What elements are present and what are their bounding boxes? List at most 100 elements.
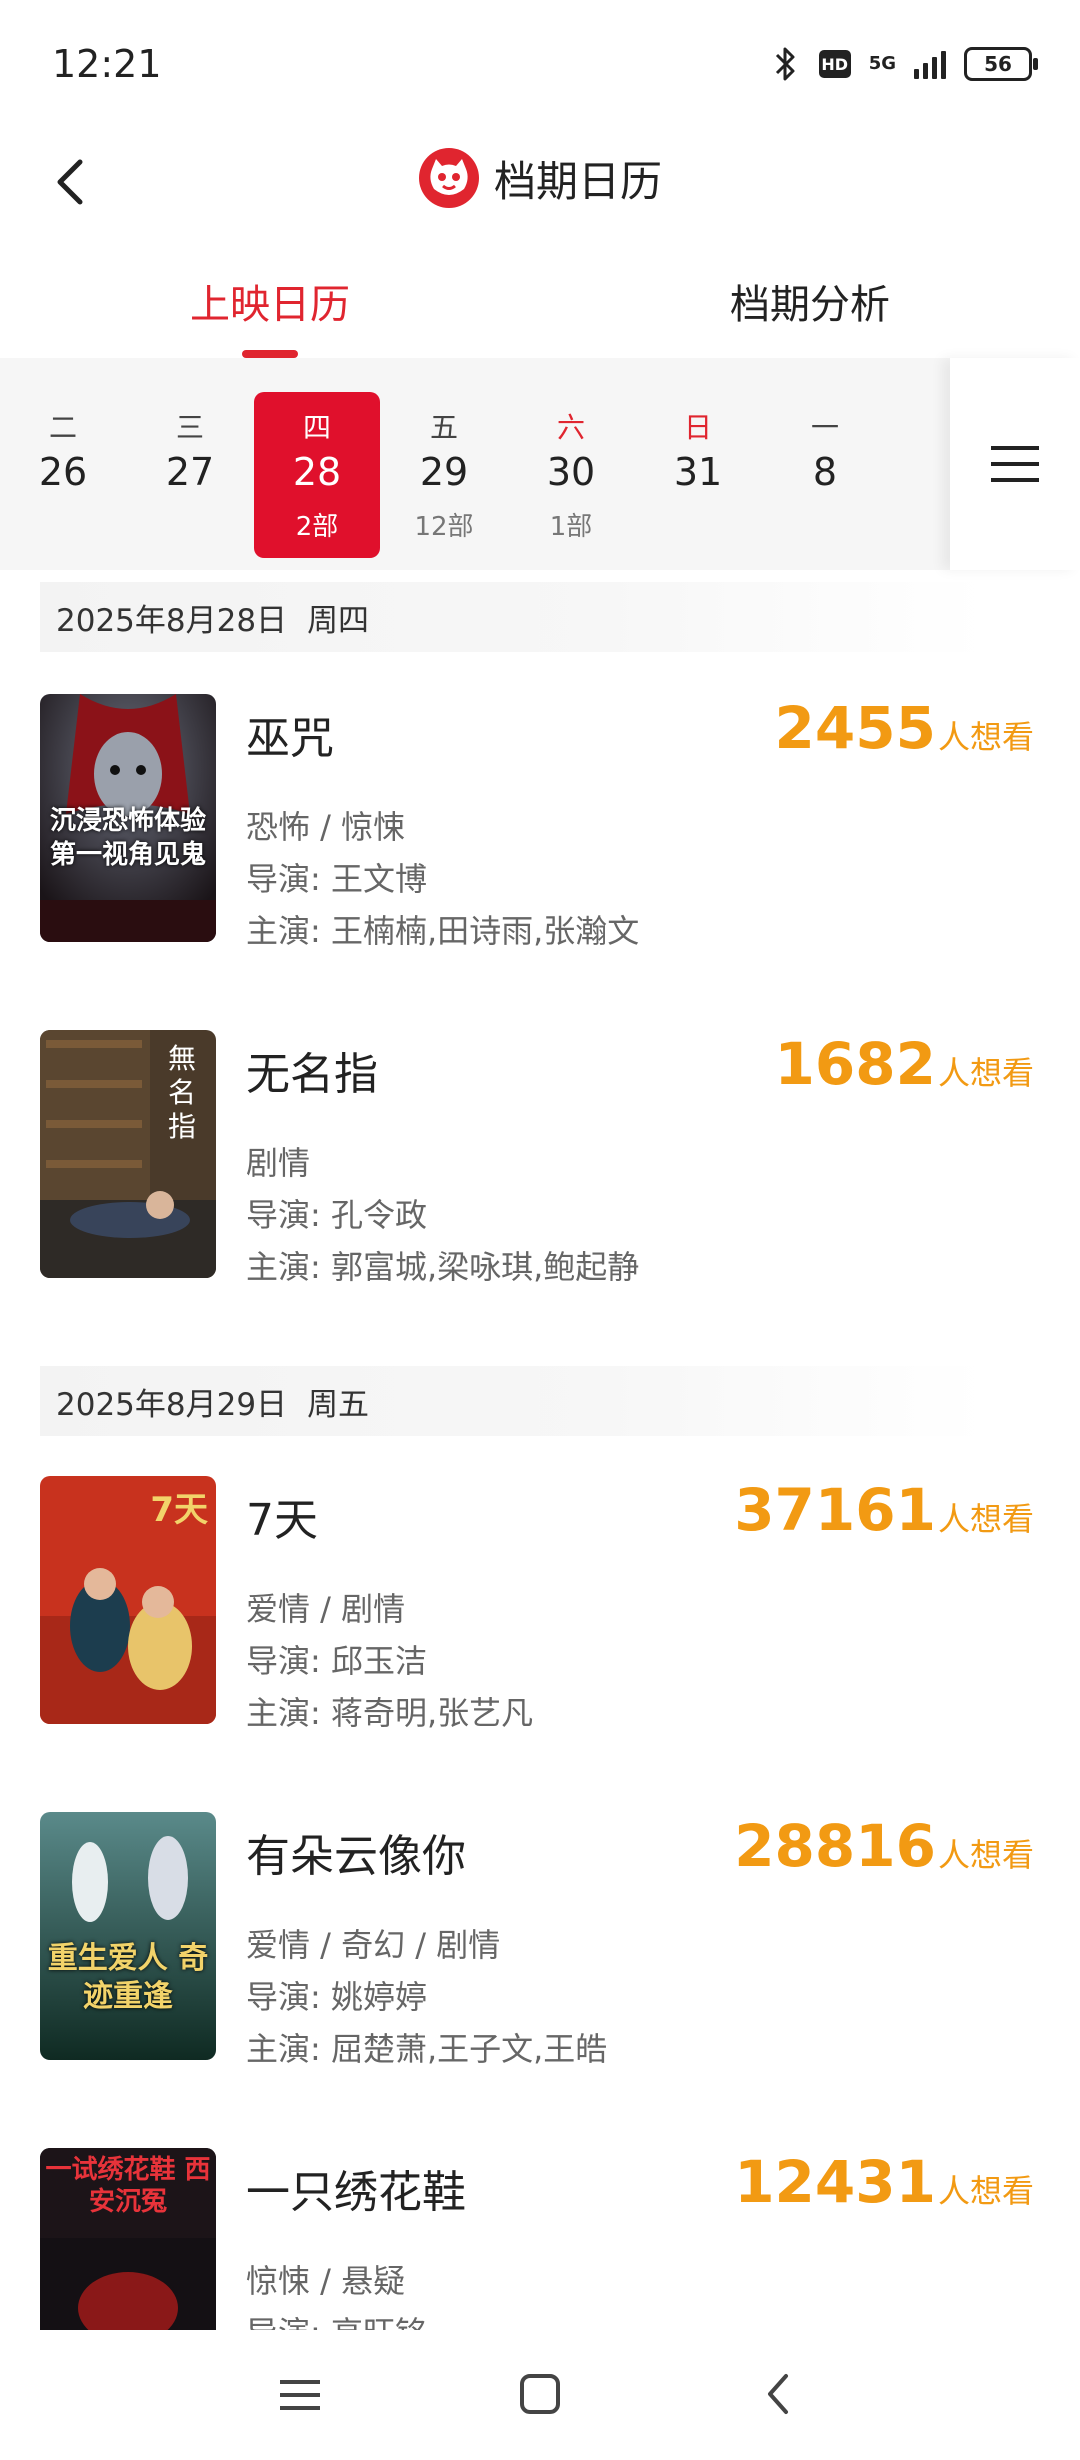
section-weekday: 周五 (307, 1386, 370, 1423)
want-label: 人想看 (937, 1836, 1034, 1874)
want-to-see: 12431 人想看 (734, 2148, 1034, 2216)
movie-genre: 爱情 / 剧情 (246, 1590, 406, 1628)
section-header-aug28: 2025年8月28日 周四 (40, 582, 986, 652)
movie-director: 导演: 孔令政 (246, 1196, 427, 1234)
movie-director: 导演: 高旺铭 (246, 2308, 427, 2330)
date-item-8[interactable]: 一 8 (762, 392, 888, 558)
movie-director: 导演: 王文博 (246, 860, 427, 898)
date-day: 29 (419, 450, 469, 494)
date-item-28-selected[interactable]: 四 28 2部 (254, 392, 380, 558)
active-tab-indicator (242, 350, 298, 358)
date-item-31[interactable]: 日 31 (635, 392, 761, 558)
nav-back-button[interactable] (740, 2360, 820, 2430)
date-count: 2部 (295, 512, 339, 542)
date-day: 28 (292, 450, 342, 494)
poster-text: 無名指 (167, 1042, 196, 1143)
date-count (0, 506, 126, 536)
want-count: 1682 (774, 1030, 936, 1098)
date-item-27[interactable]: 三 27 (127, 392, 253, 558)
date-item-30[interactable]: 六 30 1部 (508, 392, 634, 558)
nav-home-button[interactable] (500, 2360, 580, 2430)
date-weekday: 日 (683, 411, 712, 444)
movie-title: 无名指 (246, 1049, 378, 1100)
date-weekday: 三 (175, 411, 204, 444)
date-weekday: 六 (556, 411, 585, 444)
date-count (127, 506, 253, 536)
battery-icon: 56 (964, 47, 1038, 81)
movie-item[interactable]: 7天 7天 37161 人想看 爱情 / 剧情 导演: 邱玉洁 主演: 蒋奇明,… (0, 1476, 1080, 1736)
date-day: 31 (673, 450, 723, 494)
want-count: 28816 (734, 1812, 936, 1880)
want-count: 12431 (734, 2148, 936, 2216)
want-label: 人想看 (937, 2172, 1034, 2210)
movie-genre: 恐怖 / 惊悚 (246, 808, 406, 846)
page-title: 档期日历 (493, 156, 662, 206)
movie-poster: 7天 (40, 1476, 216, 1724)
date-item-26[interactable]: 二 26 (0, 392, 126, 558)
want-count: 2455 (774, 694, 936, 762)
movie-item[interactable]: 無名指 无名指 1682 人想看 剧情 导演: 孔令政 主演: 郭富城,梁咏琪,… (0, 1030, 1080, 1290)
movie-genre: 惊悚 / 悬疑 (246, 2262, 406, 2300)
date-day: 30 (546, 450, 596, 494)
movie-item[interactable]: 重生爱人 奇迹重逢 有朵云像你 28816 人想看 爱情 / 奇幻 / 剧情 导… (0, 1812, 1080, 2072)
want-label: 人想看 (937, 1054, 1034, 1092)
movie-cast: 主演: 王楠楠,田诗雨,张瀚文 (246, 912, 640, 950)
want-to-see: 2455 人想看 (775, 694, 1034, 762)
want-count: 37161 (734, 1476, 936, 1544)
movie-director: 导演: 邱玉洁 (246, 1642, 427, 1680)
want-to-see: 28816 人想看 (734, 1812, 1034, 1880)
home-square-icon (520, 2374, 560, 2414)
poster-text: 7天 (150, 1490, 208, 1530)
movie-poster: 沉浸恐怖体验 第一视角见鬼 (40, 694, 216, 942)
movie-cast: 主演: 郭富城,梁咏琪,鲍起静 (246, 1248, 640, 1286)
network-5g-icon: 5G (868, 53, 896, 74)
date-weekday: 五 (429, 411, 458, 444)
date-day: 27 (165, 450, 215, 494)
nav-menu-button[interactable] (260, 2360, 340, 2430)
tab-bar: 上映日历 档期分析 (0, 250, 1080, 358)
tab-release-calendar[interactable]: 上映日历 (190, 272, 350, 330)
movie-poster: 重生爱人 奇迹重逢 (40, 1812, 216, 2060)
section-date: 2025年8月28日 (56, 602, 288, 639)
cat-eye-logo-icon (418, 148, 479, 208)
date-day: 8 (812, 450, 838, 494)
hd-icon: HD (818, 50, 851, 78)
bluetooth-icon (775, 47, 795, 81)
poster-text: 沉浸恐怖体验 第一视角见鬼 (49, 806, 206, 870)
movie-title: 一只绣花鞋 (246, 2167, 466, 2218)
movie-title: 巫咒 (246, 713, 334, 764)
movie-genre: 剧情 (246, 1144, 311, 1182)
hamburger-icon (991, 446, 1039, 482)
poster-text: 一试绣花鞋 西安沉冤 (45, 2155, 211, 2217)
want-to-see: 37161 人想看 (734, 1476, 1034, 1544)
signal-icon (914, 49, 946, 79)
calendar-menu-button[interactable] (950, 358, 1080, 570)
movie-poster: 一试绣花鞋 西安沉冤 (40, 2148, 216, 2330)
want-label: 人想看 (937, 718, 1034, 756)
date-weekday: 二 (48, 411, 77, 444)
movie-director: 导演: 姚婷婷 (246, 1978, 427, 2016)
status-time: 12:21 (52, 42, 162, 86)
date-count (635, 506, 761, 536)
movie-title: 有朵云像你 (246, 1831, 466, 1882)
movie-item[interactable]: 沉浸恐怖体验 第一视角见鬼 巫咒 2455 人想看 恐怖 / 惊悚 导演: 王文… (0, 694, 1080, 954)
date-item-29[interactable]: 五 29 12部 (381, 392, 507, 558)
want-label: 人想看 (937, 1500, 1034, 1538)
poster-text: 重生爱人 奇迹重逢 (47, 1941, 209, 2014)
want-to-see: 1682 人想看 (775, 1030, 1034, 1098)
date-count (762, 506, 888, 536)
movie-cast: 主演: 屈楚萧,王子文,王皓 (246, 2030, 608, 2068)
section-date: 2025年8月29日 (56, 1386, 288, 1423)
movie-item[interactable]: 一试绣花鞋 西安沉冤 一只绣花鞋 12431 人想看 惊悚 / 悬疑 导演: 高… (0, 2148, 1080, 2330)
status-bar: 12:21 HD 5G 56 (0, 0, 1080, 130)
movie-title: 7天 (246, 1495, 318, 1546)
date-count: 12部 (414, 512, 474, 542)
app-bar: 档期日历 (0, 130, 1080, 250)
date-count: 1部 (549, 512, 593, 542)
section-header-aug29: 2025年8月29日 周五 (40, 1366, 986, 1436)
tab-schedule-analysis[interactable]: 档期分析 (730, 272, 890, 330)
status-icons: HD 5G 56 (771, 44, 1038, 84)
system-nav-bar (0, 2330, 1080, 2460)
section-weekday: 周四 (307, 602, 370, 639)
movie-genre: 爱情 / 奇幻 / 剧情 (246, 1926, 501, 1964)
